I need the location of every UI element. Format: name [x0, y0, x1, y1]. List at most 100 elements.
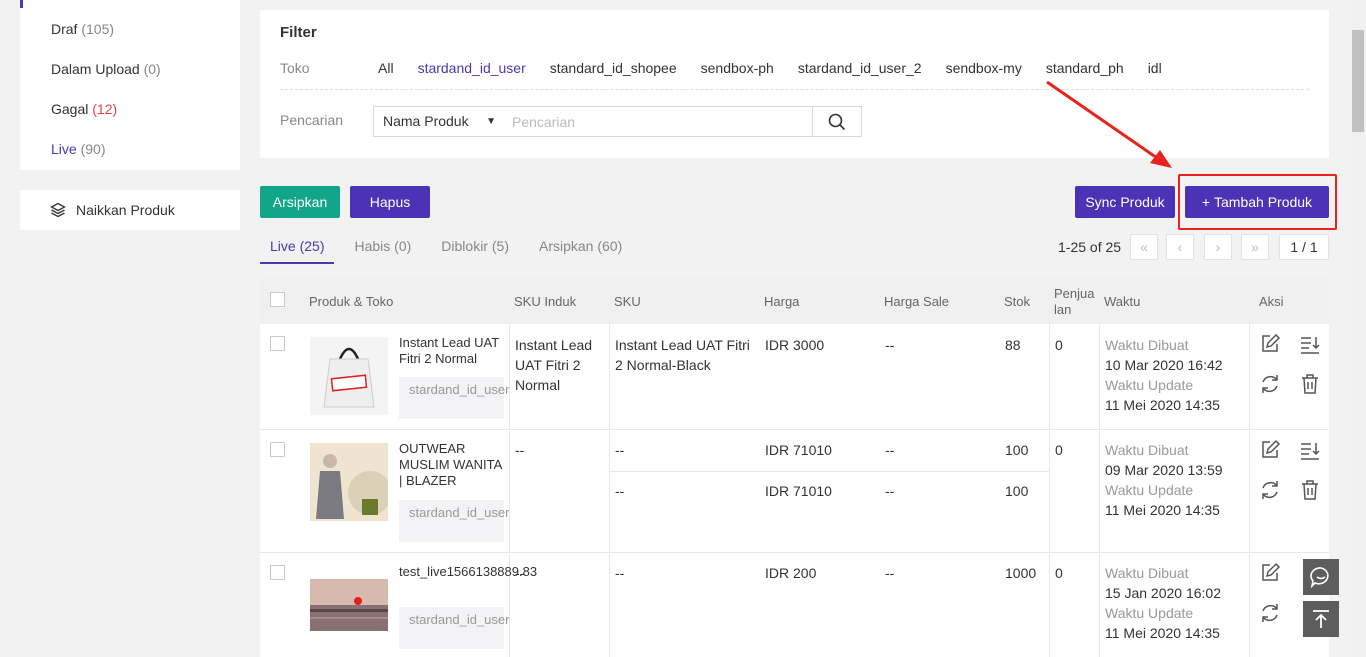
product-thumbnail[interactable]	[310, 579, 388, 631]
harga: IDR 71010	[765, 483, 832, 499]
chat-icon	[1310, 567, 1329, 589]
stok: 88	[1005, 337, 1021, 353]
edit-icon[interactable]	[1259, 333, 1281, 355]
product-thumbnail[interactable]	[310, 337, 388, 415]
store-tag: stardand_id_user	[399, 607, 509, 649]
harga-sale: --	[885, 565, 895, 581]
waktu-dibuat-label: Waktu Dibuat	[1105, 442, 1189, 458]
chevron-left-icon: ‹	[1177, 239, 1183, 255]
sort-download-icon[interactable]	[1299, 333, 1321, 355]
waktu-update: 11 Mei 2020 14:35	[1105, 397, 1220, 413]
harga-sale: --	[885, 337, 895, 353]
sync-icon[interactable]	[1259, 479, 1281, 501]
sku-induk: Instant Lead UAT Fitri 2 Normal	[515, 337, 593, 393]
sort-download-icon[interactable]	[1299, 439, 1321, 461]
toko-option-idl[interactable]: idl	[1148, 60, 1162, 76]
highlight-box	[1178, 174, 1337, 230]
waktu-dibuat: 09 Mar 2020 13:59	[1105, 462, 1223, 478]
search-label: Pencarian	[280, 112, 344, 128]
next-page-button[interactable]: ›	[1204, 234, 1232, 260]
harga: IDR 3000	[765, 337, 825, 353]
filter-title: Filter	[280, 24, 317, 41]
tab-live[interactable]: Live (25)	[260, 236, 335, 264]
row-checkbox[interactable]	[270, 565, 285, 580]
sidebar-item-dalam-upload[interactable]: Dalam Upload (0)	[20, 50, 240, 90]
sidebar-item-draf[interactable]: Draf (105)	[20, 10, 240, 50]
double-chevron-left-icon: «	[1140, 239, 1148, 255]
search-icon	[828, 113, 846, 130]
back-to-top-button[interactable]	[1303, 601, 1339, 637]
header-sku: SKU	[614, 294, 641, 309]
last-page-button[interactable]: »	[1241, 234, 1269, 260]
page-indicator: 1 / 1	[1279, 234, 1329, 260]
toko-option-standard-ph[interactable]: standard_ph	[1046, 60, 1124, 76]
search-row: Pencarian Nama Produk ▼	[280, 106, 880, 138]
sidebar-item-naikkan-produk[interactable]: Naikkan Produk	[20, 190, 240, 230]
toko-option-sendbox-ph[interactable]: sendbox-ph	[701, 60, 774, 76]
header-produk: Produk & Toko	[309, 294, 394, 309]
waktu-update-label: Waktu Update	[1105, 377, 1194, 393]
filter-panel: Filter Toko All stardand_id_user standar…	[260, 10, 1329, 158]
edit-icon[interactable]	[1259, 439, 1281, 461]
harga: IDR 71010	[765, 442, 832, 458]
waktu-update-label: Waktu Update	[1105, 482, 1194, 498]
product-name[interactable]: test_live1566138889.83	[399, 564, 537, 580]
row-checkbox[interactable]	[270, 336, 285, 351]
waktu-dibuat-label: Waktu Dibuat	[1105, 565, 1189, 581]
sku: Instant Lead UAT Fitri 2 Normal-Black	[615, 337, 750, 373]
toko-option-stardand-id-user-2[interactable]: stardand_id_user_2	[798, 60, 922, 76]
waktu-update: 11 Mei 2020 14:35	[1105, 502, 1220, 518]
header-aksi: Aksi	[1259, 294, 1284, 309]
toko-option-stardand-id-user[interactable]: stardand_id_user	[418, 60, 526, 76]
toko-option-sendbox-my[interactable]: sendbox-my	[946, 60, 1022, 76]
prev-page-button[interactable]: ‹	[1166, 234, 1194, 260]
toko-filter-row: Toko All stardand_id_user standard_id_sh…	[280, 60, 1309, 90]
sidebar-item-live[interactable]: Live (90)	[20, 130, 240, 170]
search-field-select[interactable]: Nama Produk ▼	[373, 106, 503, 137]
product-name[interactable]: Instant Lead UAT Fitri 2 Normal	[399, 335, 505, 367]
harga: IDR 200	[765, 565, 817, 581]
edit-icon[interactable]	[1259, 562, 1281, 584]
chat-button[interactable]	[1303, 559, 1339, 595]
waktu-dibuat-label: Waktu Dibuat	[1105, 337, 1189, 353]
search-input[interactable]	[502, 106, 813, 137]
table-row: Instant Lead UAT Fitri 2 Normal stardand…	[260, 324, 1329, 430]
tab-habis[interactable]: Habis (0)	[344, 236, 421, 264]
sync-produk-button[interactable]: Sync Produk	[1075, 186, 1175, 218]
toko-option-standard-id-shopee[interactable]: standard_id_shopee	[550, 60, 677, 76]
stok: 100	[1005, 442, 1029, 458]
sku-induk: --	[515, 565, 525, 581]
trash-icon[interactable]	[1299, 479, 1321, 501]
arsipkan-button[interactable]: Arsipkan	[260, 186, 340, 218]
trash-icon[interactable]	[1299, 373, 1321, 395]
product-name[interactable]: OUTWEAR MUSLIM WANITA | BLAZER WANIT...	[399, 441, 505, 489]
tab-diblokir[interactable]: Diblokir (5)	[431, 236, 519, 264]
penjualan: 0	[1055, 442, 1063, 458]
header-harga-sale: Harga Sale	[884, 294, 950, 309]
table-row: test_live1566138889.83 stardand_id_user …	[260, 554, 1329, 657]
double-chevron-right-icon: »	[1251, 239, 1259, 255]
header-penjualan: Penjua lan	[1054, 286, 1095, 317]
tab-arsipkan[interactable]: Arsipkan (60)	[529, 236, 632, 264]
waktu-dibuat: 15 Jan 2020 16:02	[1105, 585, 1221, 601]
row-checkbox[interactable]	[270, 442, 285, 457]
sku: --	[615, 442, 625, 458]
first-page-button[interactable]: «	[1130, 234, 1158, 260]
sync-icon[interactable]	[1259, 373, 1281, 395]
sidebar-item-gagal[interactable]: Gagal (12)	[20, 90, 240, 130]
product-thumbnail[interactable]	[310, 443, 388, 521]
chevron-right-icon: ›	[1215, 239, 1221, 255]
hapus-button[interactable]: Hapus	[350, 186, 430, 218]
harga-sale: --	[885, 483, 895, 499]
layers-icon	[50, 202, 66, 218]
sidebar-accent	[20, 0, 23, 8]
select-all-checkbox[interactable]	[270, 292, 285, 307]
product-table: Produk & Toko SKU Induk SKU Harga Harga …	[260, 278, 1329, 657]
sku: --	[615, 483, 625, 499]
sku-induk: --	[515, 442, 525, 458]
toko-label: Toko	[280, 60, 310, 76]
search-button[interactable]	[812, 106, 862, 137]
toko-option-all[interactable]: All	[378, 60, 394, 76]
scrollbar-thumb[interactable]	[1352, 30, 1364, 132]
sync-icon[interactable]	[1259, 602, 1281, 624]
